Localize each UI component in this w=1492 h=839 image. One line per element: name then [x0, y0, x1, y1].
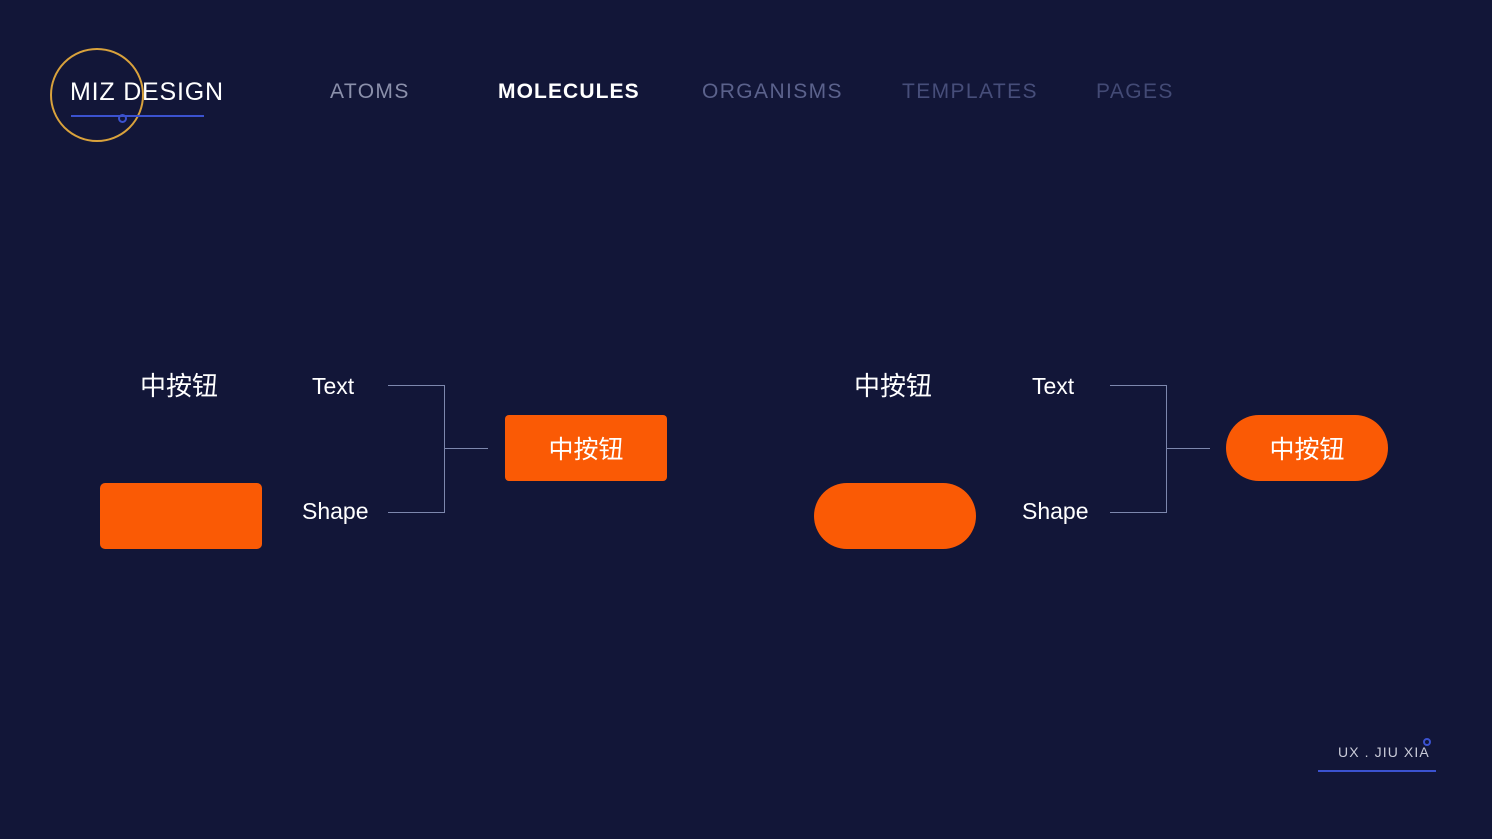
bracket-connector-right — [1110, 385, 1210, 513]
operand-label-text-right: Text — [1032, 373, 1075, 399]
operand-label-text-left: Text — [312, 373, 355, 399]
result-button-square[interactable]: 中按钮 — [505, 415, 667, 481]
part-shape-swatch-right — [814, 483, 976, 549]
operand-label-shape-right: Shape — [1022, 498, 1089, 524]
part-text-label-right: 中按钮 — [854, 371, 933, 401]
footer-underline — [1318, 770, 1436, 772]
footer-credit: UX . JIU XIA — [1338, 744, 1430, 760]
operand-label-shape-left: Shape — [302, 498, 369, 524]
diagram-group-pill-button: 中按钮 Text Shape 中按钮 — [714, 0, 1414, 839]
part-shape-swatch-left — [100, 483, 262, 549]
part-text-label-left: 中按钮 — [140, 371, 219, 401]
footer-dot-icon — [1423, 738, 1431, 746]
footer-watermark: UX . JIU XIA — [1318, 738, 1458, 787]
result-button-pill[interactable]: 中按钮 — [1226, 415, 1388, 481]
bracket-connector-left — [388, 385, 488, 513]
diagram-group-square-button: 中按钮 Text Shape 中按钮 — [0, 0, 700, 839]
